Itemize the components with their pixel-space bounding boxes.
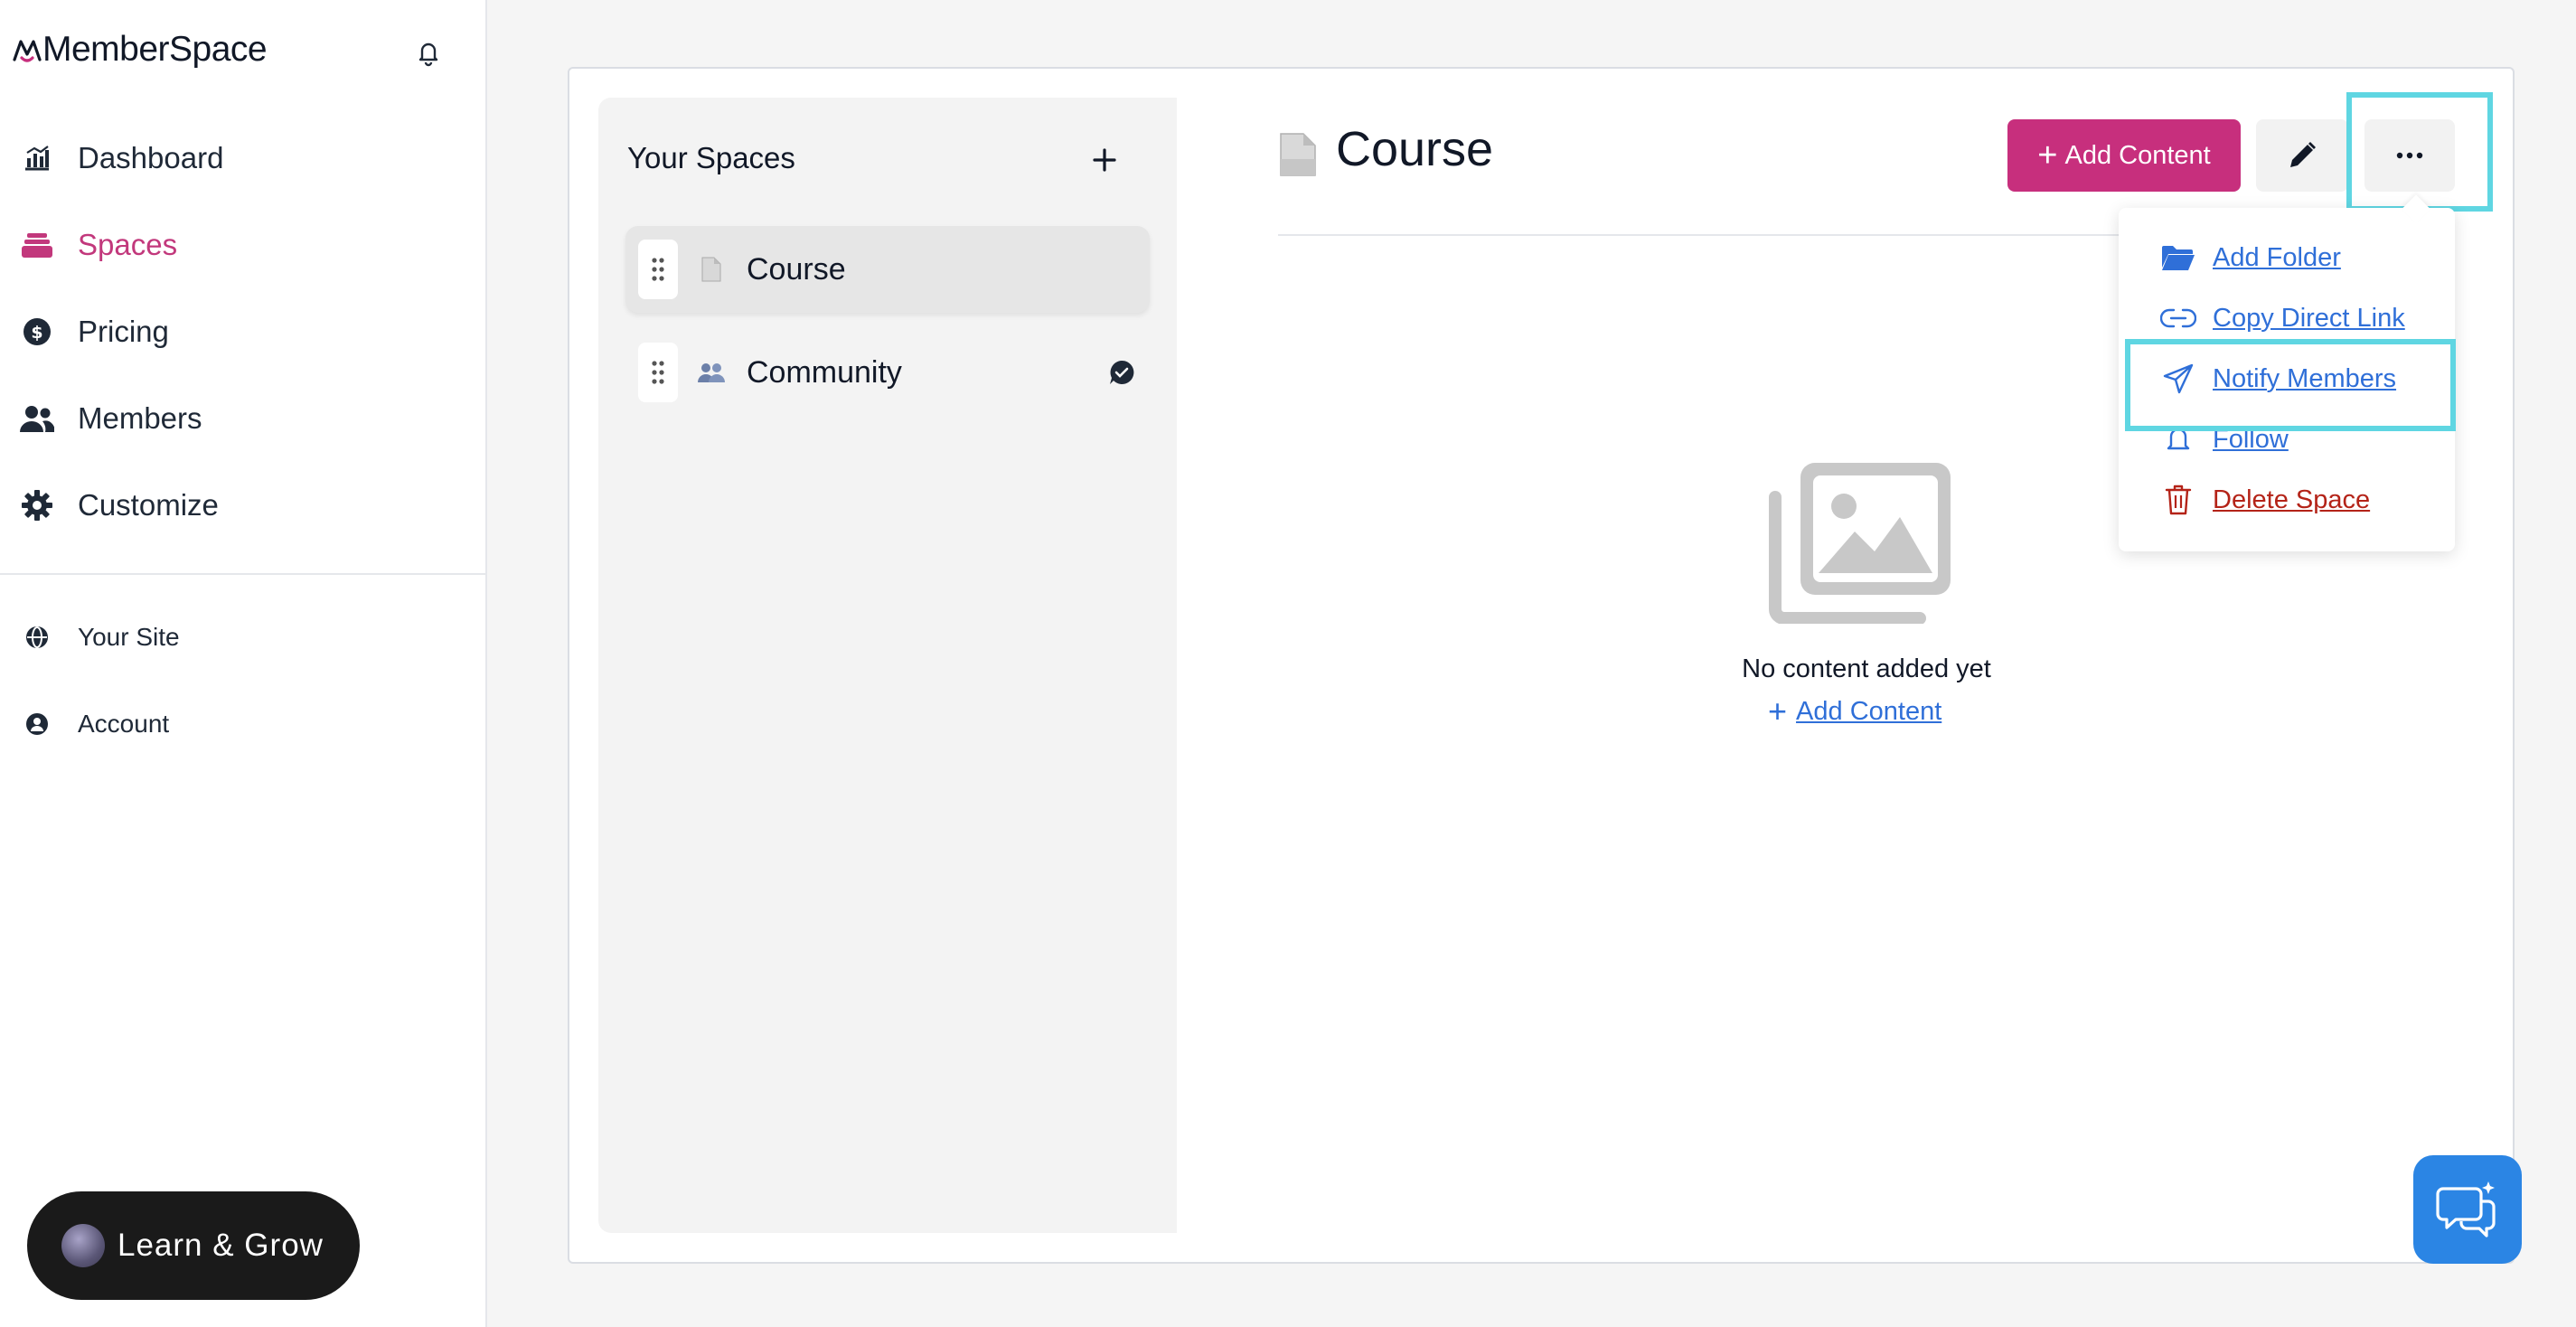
- highlight-more-options: [2346, 92, 2493, 212]
- highlight-notify-members: [2125, 339, 2456, 431]
- globe-icon: [20, 620, 54, 654]
- menu-item-label: Delete Space: [2213, 485, 2371, 514]
- menu-item-add-folder[interactable]: Add Folder: [2160, 235, 2341, 280]
- empty-add-content-link[interactable]: + Add Content: [1768, 692, 1941, 730]
- space-label: Community: [747, 354, 902, 390]
- menu-item-label: Copy Direct Link: [2213, 303, 2405, 333]
- sidebar-item-members[interactable]: Members: [20, 394, 202, 443]
- sidebar-item-account[interactable]: Account: [20, 701, 169, 747]
- page-title: Course: [1336, 122, 1494, 176]
- sidebar-item-pricing[interactable]: $ Pricing: [20, 307, 169, 356]
- empty-images-icon: [1769, 463, 1951, 624]
- folder-icon: [2160, 240, 2196, 276]
- empty-state-text: No content added yet: [1742, 654, 1991, 683]
- edit-space-button[interactable]: [2256, 119, 2348, 192]
- sidebar-item-label: Dashboard: [78, 141, 224, 174]
- sidebar-item-spaces[interactable]: Spaces: [20, 221, 177, 269]
- trash-icon: [2160, 482, 2196, 518]
- header-divider: [1278, 234, 2153, 236]
- plus-icon: [1093, 148, 1116, 172]
- sidebar-item-label: Account: [78, 710, 170, 738]
- menu-item-delete-space[interactable]: Delete Space: [2160, 477, 2370, 522]
- document-icon: [1280, 133, 1316, 176]
- users-icon: [20, 401, 54, 436]
- layers-icon: [20, 228, 54, 262]
- chart-icon: [20, 141, 54, 175]
- add-content-button[interactable]: + Add Content: [2007, 119, 2241, 192]
- app-name: MemberSpace: [42, 30, 268, 69]
- empty-add-content-label: Add Content: [1796, 696, 1942, 726]
- sidebar-item-customize[interactable]: Customize: [20, 481, 219, 530]
- gear-icon: [20, 488, 54, 522]
- chat-badge-icon: [1110, 360, 1134, 384]
- sidebar-item-label: Spaces: [78, 228, 178, 261]
- sidebar-item-label: Pricing: [78, 315, 169, 348]
- sidebar-item-label: Your Site: [78, 623, 180, 651]
- avatar: [61, 1224, 105, 1267]
- sidebar: MemberSpace Dashboard Spaces $ Pricing M…: [0, 0, 487, 1327]
- sidebar-divider: [0, 573, 487, 575]
- notifications-bell-icon[interactable]: [414, 38, 443, 67]
- sidebar-item-dashboard[interactable]: Dashboard: [20, 134, 223, 183]
- space-label: Course: [747, 251, 846, 287]
- support-chat-button[interactable]: [2413, 1155, 2522, 1264]
- space-item-course[interactable]: Course: [625, 226, 1150, 313]
- link-icon: [2160, 300, 2196, 336]
- dollar-icon: $: [20, 315, 54, 349]
- svg-text:$: $: [31, 323, 42, 343]
- drag-handle-icon[interactable]: [638, 343, 678, 402]
- drag-handle-icon[interactable]: [638, 240, 678, 299]
- learn-and-grow-label: Learn & Grow: [118, 1228, 324, 1263]
- document-icon: [698, 256, 725, 283]
- account-icon: [20, 707, 54, 741]
- people-icon: [698, 359, 725, 386]
- space-item-community[interactable]: Community: [625, 329, 1150, 416]
- add-space-button[interactable]: [1085, 140, 1124, 180]
- add-content-label: Add Content: [2064, 140, 2211, 170]
- plus-icon: +: [2037, 136, 2058, 174]
- sidebar-item-label: Customize: [78, 488, 219, 522]
- app-logo[interactable]: MemberSpace: [13, 29, 268, 71]
- learn-and-grow-button[interactable]: Learn & Grow: [27, 1191, 360, 1300]
- spaces-title: Your Spaces: [627, 141, 795, 174]
- sidebar-item-label: Members: [78, 401, 202, 435]
- menu-item-copy-direct-link[interactable]: Copy Direct Link: [2160, 296, 2405, 341]
- plus-icon: +: [1768, 692, 1788, 729]
- sidebar-item-your-site[interactable]: Your Site: [20, 615, 180, 660]
- menu-item-label: Add Folder: [2213, 242, 2341, 272]
- chat-bubble-icon: [2436, 1181, 2496, 1238]
- pencil-icon: [2290, 142, 2316, 167]
